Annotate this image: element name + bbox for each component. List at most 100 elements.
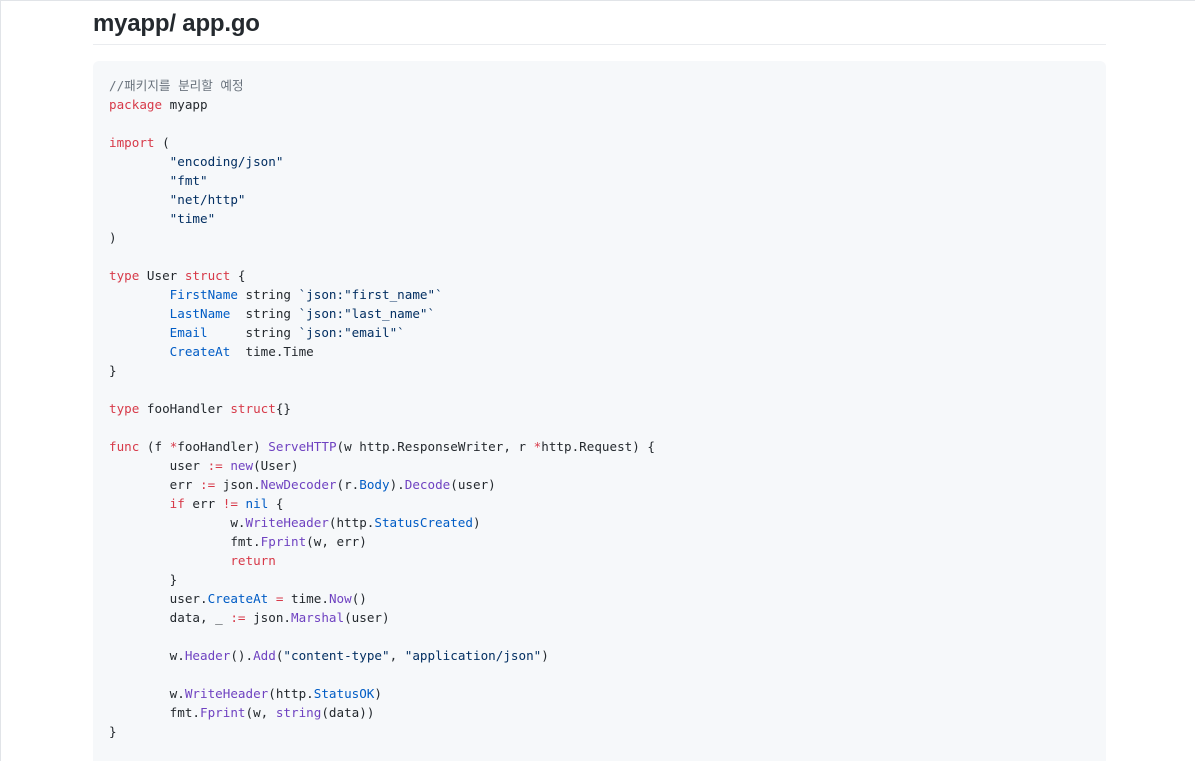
- code-token: NewDecoder: [260, 477, 337, 492]
- code-token: `json:"email"`: [298, 325, 405, 340]
- code-token: Header: [184, 648, 231, 663]
- code-token: (: [154, 135, 170, 150]
- code-line: "net/http": [109, 190, 1090, 209]
- code-line: fmt.Fprint(w, string(data)): [109, 703, 1090, 722]
- code-token: ): [374, 686, 382, 701]
- code-token: User: [139, 268, 185, 283]
- code-token: WriteHeader: [184, 686, 269, 701]
- code-token: }: [109, 724, 117, 739]
- code-line: user := new(User): [109, 456, 1090, 475]
- code-token: "application/json": [404, 648, 542, 663]
- code-token: http.Request) {: [541, 439, 655, 454]
- code-token: w.: [109, 648, 185, 663]
- code-token: "net/http": [169, 192, 246, 207]
- code-token: WriteHeader: [245, 515, 329, 530]
- code-line: "encoding/json": [109, 152, 1090, 171]
- code-token: !=: [222, 496, 238, 511]
- code-line: Email string `json:"email"`: [109, 323, 1090, 342]
- file-content: myapp/ app.go //패키지를 분리할 예정 package myapp…: [93, 1, 1106, 761]
- code-token: fmt.: [109, 705, 200, 720]
- file-title: myapp/ app.go: [93, 1, 1106, 45]
- code-token: (http.: [268, 686, 314, 701]
- code-line: w.WriteHeader(http.StatusCreated): [109, 513, 1090, 532]
- code-line: //패키지를 분리할 예정: [109, 76, 1090, 95]
- code-token: (): [351, 591, 367, 606]
- code-token: func: [109, 439, 140, 454]
- code-token: Fprint: [200, 705, 246, 720]
- code-token: "fmt": [169, 173, 208, 188]
- code-token: "time": [169, 211, 216, 226]
- code-line: "time": [109, 209, 1090, 228]
- code-token: ): [541, 648, 549, 663]
- code-token: Add: [253, 648, 276, 663]
- code-token: "encoding/json": [169, 154, 284, 169]
- code-token: ): [109, 230, 117, 245]
- code-line: type fooHandler struct{}: [109, 399, 1090, 418]
- code-token: CreateAt: [207, 591, 269, 606]
- code-token: return: [230, 553, 276, 568]
- code-token: (w,: [245, 705, 276, 720]
- page: myapp/ app.go //패키지를 분리할 예정 package myapp…: [0, 0, 1195, 761]
- code-token: {: [230, 268, 246, 283]
- code-line: LastName string `json:"last_name"`: [109, 304, 1090, 323]
- code-token: {: [268, 496, 284, 511]
- code-line: w.Header().Add("content-type", "applicat…: [109, 646, 1090, 665]
- code-line: ): [109, 228, 1090, 247]
- code-token: StatusOK: [313, 686, 375, 701]
- code-line: w.WriteHeader(http.StatusOK): [109, 684, 1090, 703]
- code-token: }: [109, 572, 178, 587]
- code-token: package: [109, 97, 163, 112]
- code-token: nil: [245, 496, 269, 511]
- code-token: if: [169, 496, 185, 511]
- code-token: //패키지를 분리할 예정: [109, 78, 244, 93]
- code-token: LastName: [169, 306, 231, 321]
- code-token: user.: [109, 591, 208, 606]
- code-token: string: [207, 325, 299, 340]
- code-token: Now: [328, 591, 352, 606]
- code-token: ,: [389, 648, 405, 663]
- code-token: Decode: [404, 477, 451, 492]
- code-token: (http.: [328, 515, 375, 530]
- code-line: err := json.NewDecoder(r.Body).Decode(us…: [109, 475, 1090, 494]
- code-block[interactable]: //패키지를 분리할 예정 package myapp import ( "enc…: [93, 61, 1106, 761]
- code-token: struct: [184, 268, 231, 283]
- code-token: (f: [139, 439, 170, 454]
- code-token: `json:"first_name"`: [298, 287, 443, 302]
- code-token: user: [109, 458, 208, 473]
- code-token: {}: [275, 401, 292, 416]
- code-line: data, _ := json.Marshal(user): [109, 608, 1090, 627]
- code-token: Body: [359, 477, 390, 492]
- code-line: CreateAt time.Time: [109, 342, 1090, 361]
- code-line: fmt.Fprint(w, err): [109, 532, 1090, 551]
- code-token: myapp: [162, 97, 208, 112]
- code-line: package myapp: [109, 95, 1090, 114]
- code-token: fooHandler): [177, 439, 269, 454]
- code-token: :=: [230, 610, 246, 625]
- code-line: "fmt": [109, 171, 1090, 190]
- code-token: Email: [169, 325, 208, 340]
- code-line: import (: [109, 133, 1090, 152]
- code-token: Fprint: [260, 534, 307, 549]
- code-token: ): [472, 515, 481, 530]
- code-token: time.Time: [230, 344, 314, 359]
- code-line: func (f *fooHandler) ServeHTTP(w http.Re…: [109, 437, 1090, 456]
- code-token: StatusCreated: [374, 515, 473, 530]
- code-line: }: [109, 570, 1090, 589]
- code-token: json.: [215, 477, 261, 492]
- code-token: import: [109, 135, 155, 150]
- code-token: :=: [207, 458, 223, 473]
